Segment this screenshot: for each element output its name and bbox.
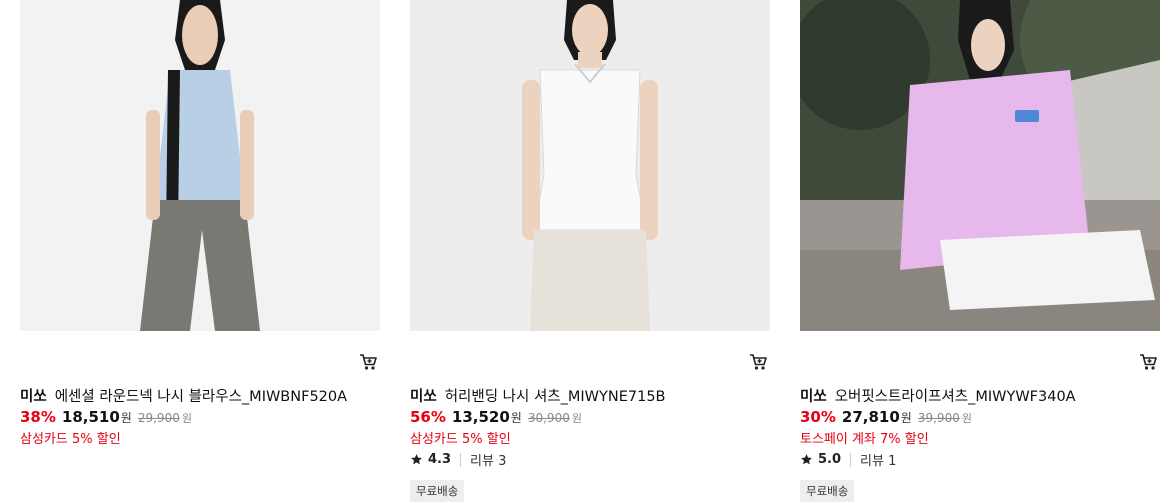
- currency: 원: [510, 411, 522, 425]
- original-currency: 원: [181, 412, 192, 425]
- discount-rate: 56%: [410, 408, 446, 426]
- original-price: 39,900: [917, 411, 960, 425]
- currency: 원: [120, 411, 132, 425]
- product-image[interactable]: [20, 0, 380, 331]
- brand-name: 미쏘: [20, 389, 47, 405]
- review-count: 리뷰 1: [860, 454, 897, 469]
- price-row: 38% 18,510 원 29,900 원: [20, 408, 192, 426]
- rating-row: 5.0 리뷰 1: [800, 450, 896, 469]
- product-card[interactable]: 미쏘 에센셜 라운드넥 나시 블라우스_MIWBNF520A 38% 18,510…: [20, 0, 380, 503]
- product-name: 허리밴딩 나시 셔츠_MIWYNE715B: [444, 389, 666, 405]
- price-row: 56% 13,520 원 30,900 원: [410, 408, 582, 426]
- free-shipping-badge: 무료배송: [800, 480, 855, 502]
- product-card[interactable]: 미쏘 오버핏스트라이프셔츠_MIWYWF340A 30% 27,810 원 39,…: [800, 0, 1160, 503]
- sale-price: 27,810: [841, 408, 900, 426]
- free-shipping-badge: 무료배송: [410, 480, 465, 502]
- cart-icon[interactable]: [748, 352, 768, 372]
- sale-price: 18,510: [61, 408, 120, 426]
- product-title[interactable]: 미쏘 오버핏스트라이프셔츠_MIWYWF340A: [800, 385, 1076, 406]
- product-name: 에센셜 라운드넥 나시 블라우스_MIWBNF520A: [54, 389, 348, 405]
- product-name: 오버핏스트라이프셔츠_MIWYWF340A: [834, 389, 1076, 405]
- original-price: 30,900: [527, 411, 570, 425]
- discount-rate: 30%: [800, 408, 836, 426]
- divider: [460, 452, 462, 467]
- discount-rate: 38%: [20, 408, 56, 426]
- product-card[interactable]: 미쏘 허리밴딩 나시 셔츠_MIWYNE715B 56% 13,520 원 30,…: [410, 0, 770, 503]
- star-icon: [801, 454, 812, 465]
- card-promo: 삼성카드 5% 할인: [20, 432, 121, 447]
- product-image[interactable]: [800, 0, 1160, 331]
- review-count: 리뷰 3: [470, 454, 507, 469]
- sale-price: 13,520: [451, 408, 510, 426]
- rating-score: 5.0: [818, 452, 842, 467]
- cart-icon[interactable]: [1138, 352, 1158, 372]
- original-price: 29,900: [137, 411, 180, 425]
- product-image[interactable]: [410, 0, 770, 331]
- price-row: 30% 27,810 원 39,900 원: [800, 408, 972, 426]
- brand-name: 미쏘: [410, 389, 437, 405]
- product-title[interactable]: 미쏘 에센셜 라운드넥 나시 블라우스_MIWBNF520A: [20, 385, 347, 406]
- currency: 원: [900, 411, 912, 425]
- card-promo: 삼성카드 5% 할인: [410, 432, 511, 447]
- rating-score: 4.3: [428, 452, 452, 467]
- rating-row: 4.3 리뷰 3: [410, 450, 506, 469]
- original-currency: 원: [571, 412, 582, 425]
- card-promo: 토스페이 계좌 7% 할인: [800, 432, 929, 447]
- divider: [850, 452, 852, 467]
- brand-name: 미쏘: [800, 389, 827, 405]
- product-title[interactable]: 미쏘 허리밴딩 나시 셔츠_MIWYNE715B: [410, 385, 666, 406]
- original-currency: 원: [961, 412, 972, 425]
- cart-icon[interactable]: [358, 352, 378, 372]
- star-icon: [411, 454, 422, 465]
